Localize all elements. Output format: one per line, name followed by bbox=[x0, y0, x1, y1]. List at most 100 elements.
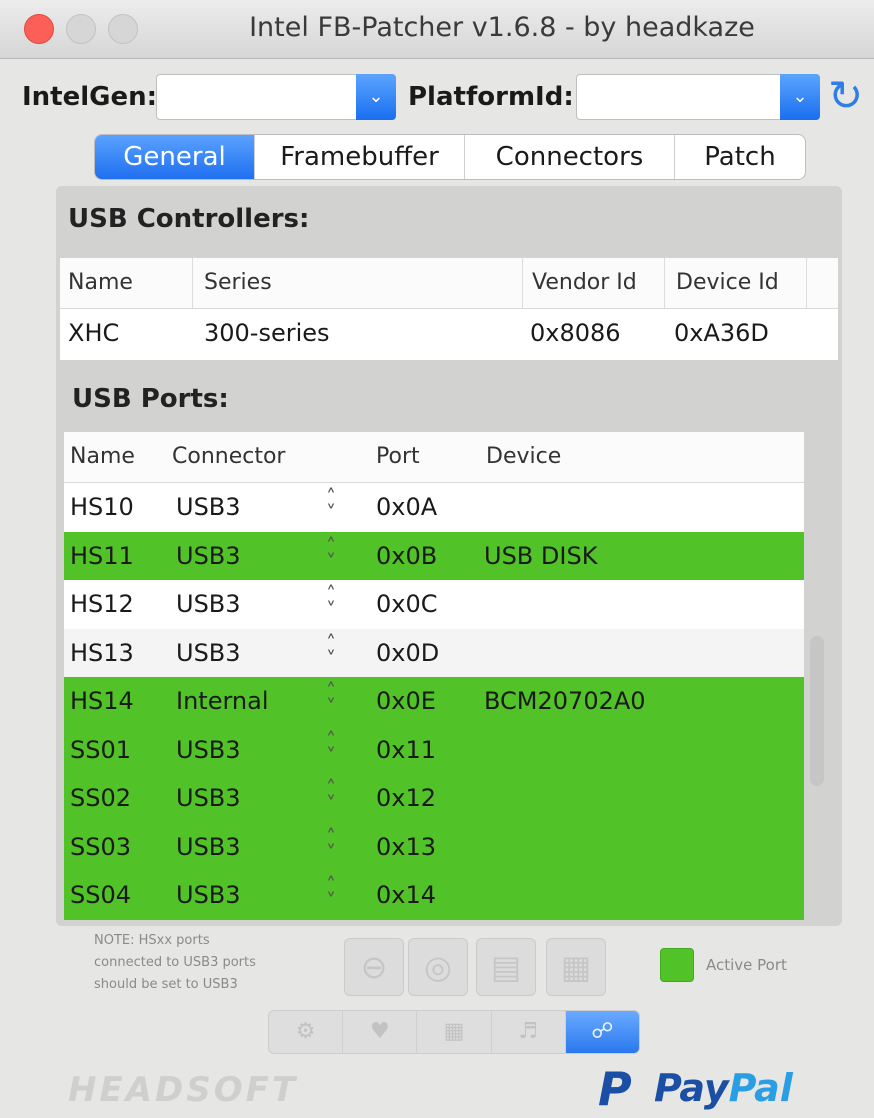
table-row[interactable]: HS12 USB3 0x0C ˄ ˅ bbox=[64, 580, 804, 629]
port-connector[interactable]: USB3 bbox=[176, 736, 241, 764]
port-name: HS11 bbox=[70, 541, 134, 570]
note-line: should be set to USB3 bbox=[94, 977, 238, 992]
up-down-stepper-icon[interactable]: ˄ ˅ bbox=[326, 827, 336, 863]
column-header-name[interactable]: Name bbox=[68, 270, 133, 295]
target-icon[interactable]: ◎ bbox=[408, 938, 468, 996]
intelgen-select[interactable]: ⌄ bbox=[156, 74, 396, 120]
column-header-device[interactable]: Device bbox=[486, 444, 561, 469]
port-name: HS14 bbox=[70, 687, 134, 715]
table-row[interactable]: SS01 USB3 0x11 ˄ ˅ bbox=[64, 725, 804, 774]
tab-connectors[interactable]: Connectors bbox=[465, 135, 675, 179]
port-number: 0x12 bbox=[376, 784, 437, 812]
port-connector[interactable]: USB3 bbox=[176, 590, 241, 618]
column-header-name[interactable]: Name bbox=[70, 444, 135, 469]
port-name: SS03 bbox=[70, 832, 132, 861]
audio-icon[interactable]: ♬ bbox=[492, 1011, 566, 1053]
export-file-icon[interactable]: ▤ bbox=[476, 938, 536, 996]
port-number: 0x14 bbox=[376, 881, 437, 909]
tab-framebuffer[interactable]: Framebuffer bbox=[255, 135, 465, 179]
port-name: SS01 bbox=[70, 735, 132, 764]
up-down-stepper-icon[interactable]: ˄ ˅ bbox=[326, 487, 336, 523]
table-row[interactable]: XHC 300-series 0x8086 0xA36D bbox=[60, 309, 838, 359]
active-port-label: Active Port bbox=[706, 956, 787, 974]
remove-icon[interactable]: ⊖ bbox=[344, 938, 404, 996]
port-number: 0x0D bbox=[376, 638, 440, 667]
column-header-device-id[interactable]: Device Id bbox=[676, 270, 779, 295]
up-down-stepper-icon[interactable]: ˄ ˅ bbox=[326, 584, 336, 620]
table-header: Name Series Vendor Id Device Id bbox=[60, 258, 838, 309]
table-row[interactable]: SS03 USB3 0x13 ˄ ˅ bbox=[64, 822, 804, 871]
port-number: 0x0A bbox=[376, 493, 438, 521]
port-connector[interactable]: USB3 bbox=[176, 639, 241, 667]
table-row[interactable]: HS10 USB3 0x0A ˄ ˅ bbox=[64, 483, 804, 532]
tab-bar: General Framebuffer Connectors Patch bbox=[94, 134, 806, 180]
up-down-stepper-icon[interactable]: ˄ ˅ bbox=[326, 681, 336, 717]
paypal-button[interactable]: PayPal bbox=[654, 1066, 793, 1110]
table-row[interactable]: SS02 USB3 0x12 ˄ ˅ bbox=[64, 774, 804, 823]
port-number: 0x0C bbox=[376, 590, 438, 618]
port-name: HS12 bbox=[70, 590, 134, 618]
up-down-stepper-icon[interactable]: ˄ ˅ bbox=[326, 633, 336, 669]
port-number: 0x0E bbox=[376, 687, 436, 715]
active-port-swatch bbox=[660, 948, 694, 982]
column-header-port[interactable]: Port bbox=[376, 444, 420, 469]
port-connector[interactable]: USB3 bbox=[176, 493, 241, 521]
table-row[interactable]: HS11 USB3 0x0B USB DISK ˄ ˅ bbox=[64, 531, 804, 580]
tab-patch[interactable]: Patch bbox=[675, 135, 805, 179]
port-connector[interactable]: USB3 bbox=[176, 542, 241, 570]
usb-controllers-table: Name Series Vendor Id Device Id XHC 300-… bbox=[60, 258, 838, 360]
table-header: Name Connector Port Device bbox=[64, 432, 804, 483]
zoom-window-button[interactable] bbox=[108, 14, 138, 44]
port-device: USB DISK bbox=[484, 541, 598, 570]
up-down-stepper-icon[interactable]: ˄ ˅ bbox=[326, 778, 336, 814]
title-bar: Intel FB-Patcher v1.6.8 - by headkaze bbox=[0, 0, 874, 59]
controller-vendor-id: 0x8086 bbox=[530, 319, 621, 347]
port-number: 0x11 bbox=[376, 735, 437, 764]
column-header-series[interactable]: Series bbox=[204, 270, 272, 295]
note-line: connected to USB3 ports bbox=[94, 955, 256, 970]
import-file-icon[interactable]: ▦ bbox=[546, 938, 606, 996]
settings-gear-icon[interactable]: ⚙ bbox=[269, 1011, 344, 1053]
port-name: SS04 bbox=[70, 881, 132, 909]
platformid-select[interactable]: ⌄ bbox=[576, 74, 820, 120]
controller-name: XHC bbox=[68, 319, 120, 347]
port-rows: HS10 USB3 0x0A ˄ ˅ HS11 USB3 0x0B USB DISK ˄ ˅ HS12… bbox=[64, 483, 804, 920]
memory-icon[interactable]: ▦ bbox=[417, 1011, 492, 1053]
port-connector[interactable]: USB3 bbox=[176, 784, 241, 812]
paypal-text-pal: Pal bbox=[728, 1066, 793, 1110]
tab-general[interactable]: General bbox=[95, 135, 255, 179]
heart-icon[interactable]: ♥ bbox=[343, 1011, 418, 1053]
paypal-text-pay: Pay bbox=[654, 1066, 729, 1110]
table-row[interactable]: SS04 USB3 0x14 ˄ ˅ bbox=[64, 871, 804, 920]
refresh-icon[interactable]: ↻ bbox=[828, 74, 872, 118]
usb-icon[interactable]: ☍ bbox=[565, 1011, 639, 1053]
usb3-note: NOTE: HSxx ports connected to USB3 ports… bbox=[94, 930, 344, 996]
table-row[interactable]: HS13 USB3 0x0D ˄ ˅ bbox=[64, 628, 804, 677]
paypal-icon[interactable]: P bbox=[598, 1064, 640, 1114]
chevron-down-icon[interactable]: ⌄ bbox=[780, 74, 820, 120]
usb-controllers-title: USB Controllers: bbox=[68, 204, 310, 234]
note-line: NOTE: HSxx ports bbox=[94, 933, 210, 948]
controller-series: 300-series bbox=[204, 319, 330, 347]
usb-ports-title: USB Ports: bbox=[72, 384, 229, 414]
scrollbar-thumb[interactable] bbox=[810, 636, 824, 786]
port-device: BCM20702A0 bbox=[484, 687, 646, 715]
port-connector[interactable]: USB3 bbox=[176, 833, 241, 861]
headsoft-logo: HEADSOFT bbox=[68, 1070, 299, 1110]
column-header-vendor-id[interactable]: Vendor Id bbox=[532, 270, 637, 295]
up-down-stepper-icon[interactable]: ˄ ˅ bbox=[326, 875, 336, 911]
port-name: HS10 bbox=[70, 493, 134, 521]
close-window-button[interactable] bbox=[24, 14, 54, 44]
port-connector[interactable]: Internal bbox=[176, 687, 269, 715]
up-down-stepper-icon[interactable]: ˄ ˅ bbox=[326, 536, 336, 572]
intelgen-label: IntelGen: bbox=[22, 82, 158, 112]
port-number: 0x13 bbox=[376, 832, 437, 861]
table-row[interactable]: HS14 Internal 0x0E BCM20702A0 ˄ ˅ bbox=[64, 677, 804, 726]
port-number: 0x0B bbox=[376, 541, 438, 570]
column-header-connector[interactable]: Connector bbox=[172, 444, 285, 469]
port-connector[interactable]: USB3 bbox=[176, 881, 241, 909]
minimize-window-button[interactable] bbox=[66, 14, 96, 44]
window-title: Intel FB-Patcher v1.6.8 - by headkaze bbox=[249, 12, 755, 43]
chevron-down-icon[interactable]: ⌄ bbox=[356, 74, 396, 120]
up-down-stepper-icon[interactable]: ˄ ˅ bbox=[326, 730, 336, 766]
